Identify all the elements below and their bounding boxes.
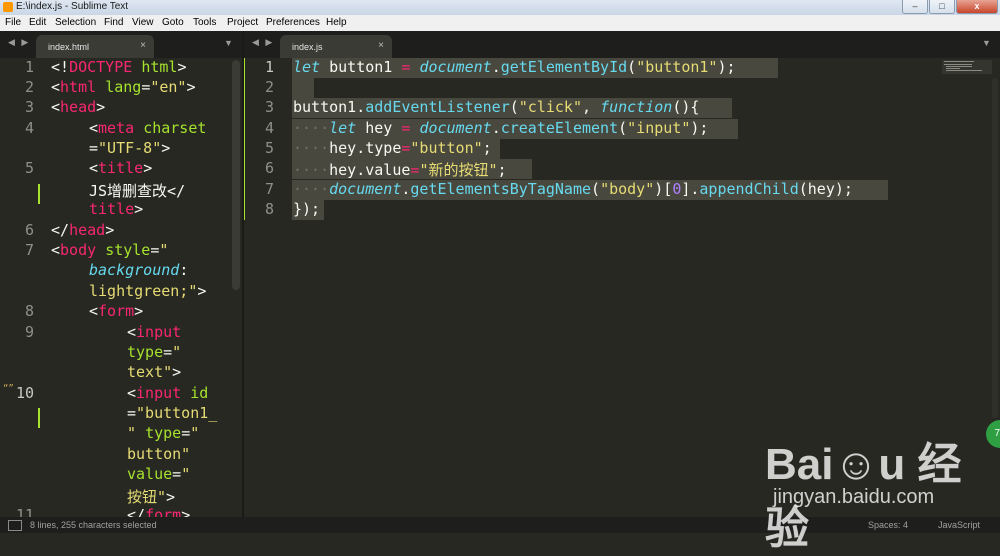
code-line: background: — [89, 261, 189, 279]
code-line: <input id — [127, 384, 209, 402]
code-line: <!DOCTYPE html> — [51, 58, 187, 76]
code-line: 按钮"> — [127, 488, 176, 506]
watermark-site: jingyan.baidu.com — [773, 486, 935, 508]
line-number: 4 — [264, 119, 274, 137]
code-line: button" — [127, 445, 191, 463]
code-line: <head> — [51, 98, 106, 116]
tab-close-icon[interactable]: × — [378, 40, 384, 51]
baidu-watermark: Bai☺u 经验 jingyan.baidu.com — [765, 428, 985, 553]
code-line: <title> — [89, 159, 153, 177]
code-line: </form> — [127, 506, 191, 517]
minimap-line — [946, 66, 972, 67]
code-line: value=" — [127, 465, 191, 483]
menu-bar: File Edit Selection Find View Goto Tools… — [0, 15, 1000, 31]
line-number: 6 — [24, 221, 34, 239]
tab-index-js[interactable]: index.js × — [280, 35, 392, 58]
line-number: 8 — [264, 200, 274, 218]
code-line: text"> — [127, 363, 182, 381]
menu-view[interactable]: View — [132, 17, 154, 28]
selection-highlight — [292, 78, 314, 98]
line-number: 5 — [264, 139, 274, 157]
selection-status: 8 lines, 255 characters selected — [30, 520, 157, 530]
code-line: <input — [127, 323, 182, 341]
code-line: <body style=" — [51, 241, 169, 259]
tab-label: index.html — [48, 42, 90, 52]
line-number: 8 — [24, 302, 34, 320]
left-tab-nav-arrows[interactable]: ◀ ▶ — [8, 37, 30, 48]
minimap-line — [946, 68, 960, 69]
line-number: 7 — [264, 180, 274, 198]
minimap-line — [944, 61, 974, 62]
code-line: lightgreen;"> — [89, 282, 207, 300]
line-number: 5 — [24, 159, 34, 177]
tab-label: index.js — [292, 42, 323, 52]
sublime-app-icon — [3, 2, 13, 12]
menu-help[interactable]: Help — [326, 17, 347, 28]
code-line: ="UTF-8"> — [89, 139, 171, 157]
menu-file[interactable]: File — [5, 17, 21, 28]
line-number: 2 — [24, 78, 34, 96]
minimap-line — [944, 64, 972, 65]
close-button[interactable]: x — [956, 0, 998, 14]
code-line: ····hey.type="button"; — [293, 139, 492, 157]
menu-edit[interactable]: Edit — [29, 17, 46, 28]
line-number: 2 — [264, 78, 274, 96]
menu-tools[interactable]: Tools — [193, 17, 216, 28]
minimap[interactable] — [942, 60, 992, 74]
code-line: type=" — [127, 343, 182, 361]
right-tab-nav-arrows[interactable]: ◀ ▶ — [252, 37, 274, 48]
window-title: E:\index.js - Sublime Text — [16, 1, 129, 12]
line-number: 11 — [15, 506, 34, 517]
minimap-line — [946, 70, 982, 71]
line-number: 6 — [264, 159, 274, 177]
line-number: 9 — [24, 323, 34, 341]
code-line: ····hey.value="新的按钮"; — [293, 161, 507, 179]
right-tab-menu-icon[interactable]: ▼ — [982, 38, 991, 48]
code-line: <meta charset — [89, 119, 207, 137]
line-number: 3 — [264, 98, 274, 116]
modified-marker — [38, 184, 40, 204]
code-line: " type=" — [127, 424, 200, 442]
code-line: }); — [293, 200, 321, 218]
left-code-editor[interactable]: 1 2 3 4 5 6 7 8 9 10 11 “” <!DOCTYPE htm… — [0, 58, 242, 517]
line-number: 4 — [24, 119, 34, 137]
window-controls: – □ x — [901, 0, 998, 14]
left-tab-bar: ◀ ▶ index.html × ▼ — [0, 31, 242, 58]
left-editor-pane: ◀ ▶ index.html × ▼ 1 2 3 4 5 6 7 8 9 10 … — [0, 31, 242, 517]
title-bar: E:\index.js - Sublime Text – □ x — [0, 0, 1000, 15]
console-toggle-icon[interactable] — [8, 520, 22, 531]
menu-goto[interactable]: Goto — [162, 17, 184, 28]
code-line: <html lang="en"> — [51, 78, 196, 96]
line-number: 3 — [24, 98, 34, 116]
code-line: <form> — [89, 302, 144, 320]
line-number: 1 — [24, 58, 34, 76]
right-scrollbar[interactable] — [992, 78, 998, 418]
left-scrollbar[interactable] — [232, 60, 240, 290]
menu-preferences[interactable]: Preferences — [266, 17, 320, 28]
right-tab-bar: ◀ ▶ index.js × ▼ — [244, 31, 1000, 58]
code-line: title> — [89, 200, 144, 218]
code-line: JS增删查改</ — [89, 182, 186, 200]
code-line: ····document.getElementsByTagName("body"… — [293, 180, 853, 198]
menu-project[interactable]: Project — [227, 17, 258, 28]
bookmark-icon: “” — [3, 384, 14, 394]
minimize-button[interactable]: – — [902, 0, 928, 14]
modified-marker — [38, 408, 40, 428]
code-line: ····let hey = document.createElement("in… — [293, 119, 709, 137]
menu-selection[interactable]: Selection — [55, 17, 96, 28]
code-line: button1.addEventListener("click", functi… — [293, 98, 700, 116]
code-line: ="button1_ — [127, 404, 218, 422]
left-tab-menu-icon[interactable]: ▼ — [224, 38, 233, 48]
code-line: let button1 = document.getElementById("b… — [293, 58, 736, 76]
line-number: 7 — [24, 241, 34, 259]
menu-find[interactable]: Find — [104, 17, 123, 28]
tab-index-html[interactable]: index.html × — [36, 35, 154, 58]
code-line: </head> — [51, 221, 115, 239]
maximize-button[interactable]: □ — [929, 0, 955, 14]
tab-close-icon[interactable]: × — [140, 40, 146, 51]
line-number: 1 — [264, 58, 274, 76]
